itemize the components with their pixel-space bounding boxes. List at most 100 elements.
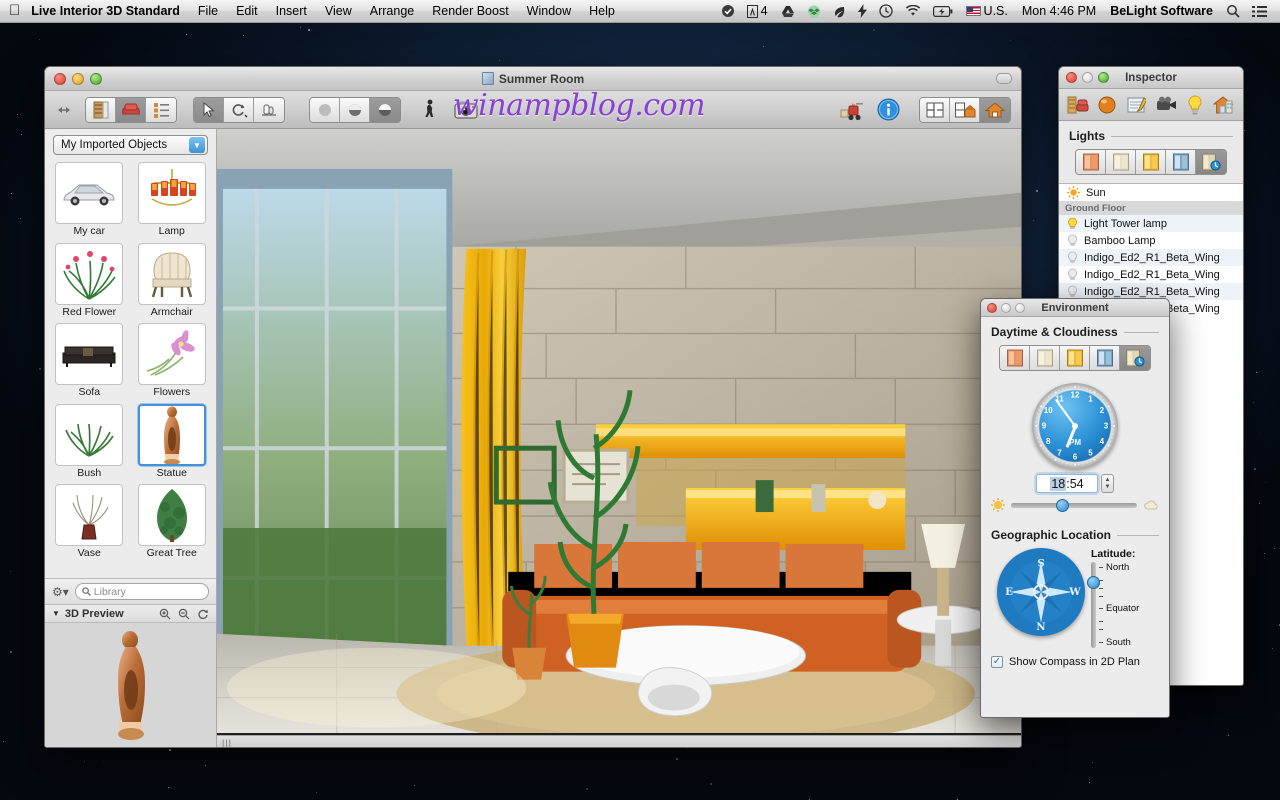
resize-arrows-icon[interactable] (53, 105, 75, 115)
library-item-my car[interactable]: My car (51, 162, 128, 241)
viewport-3d[interactable]: ||| (217, 129, 1021, 748)
input-source-indicator[interactable]: U.S. (966, 4, 1008, 18)
tab-material[interactable] (1094, 92, 1120, 118)
slider-knob[interactable] (1056, 499, 1069, 512)
time-hours[interactable]: 18 (1050, 477, 1066, 491)
zoom-in-icon[interactable] (159, 608, 171, 620)
menu-render-boost[interactable]: Render Boost (423, 0, 517, 23)
window-blue-icon[interactable] (1166, 150, 1196, 174)
move-icon[interactable] (254, 98, 284, 122)
latitude-knob[interactable] (1087, 576, 1100, 589)
split-view-icon[interactable] (950, 98, 980, 122)
menu-edit[interactable]: Edit (227, 0, 267, 23)
resize-grip-icon[interactable]: ||| (222, 738, 232, 748)
tab-edit[interactable] (1123, 92, 1149, 118)
library-item-statue[interactable]: Statue (134, 404, 211, 483)
check-circle-icon[interactable] (721, 4, 735, 18)
lights-list-item[interactable]: Bamboo Lamp (1059, 232, 1243, 249)
library-item-great tree[interactable]: Great Tree (134, 484, 211, 563)
latitude-slider[interactable] (1091, 562, 1096, 648)
library-item-red flower[interactable]: Red Flower (51, 243, 128, 322)
rotate-icon[interactable] (224, 98, 254, 122)
window-red-icon[interactable] (1076, 150, 1106, 174)
tab-camera[interactable] (1153, 92, 1179, 118)
environment-titlebar[interactable]: Environment (981, 299, 1169, 317)
notification-center-icon[interactable] (1252, 5, 1267, 18)
time-minutes[interactable]: 54 (1070, 477, 1084, 491)
lights-list-item[interactable]: Indigo_Ed2_R1_Beta_Wing (1059, 266, 1243, 283)
library-item-vase[interactable]: Vase (51, 484, 128, 563)
menu-help[interactable]: Help (580, 0, 624, 23)
show-compass-row[interactable]: ✓ Show Compass in 2D Plan (981, 648, 1169, 668)
library-item-lamp[interactable]: Lamp (134, 162, 211, 241)
battery-icon[interactable] (933, 6, 953, 17)
search-input[interactable]: Library (75, 583, 209, 600)
sphere-flat-icon[interactable] (310, 98, 340, 122)
apple-logo-icon[interactable]:  (9, 3, 20, 18)
forklift-icon[interactable] (839, 97, 865, 123)
menu-view[interactable]: View (316, 0, 361, 23)
chevron-down-icon[interactable]: ▼ (189, 137, 205, 153)
show-compass-checkbox[interactable]: ✓ (991, 656, 1003, 668)
adobe-icon[interactable] (747, 5, 758, 18)
rotate-icon[interactable] (197, 608, 209, 620)
window-clock-icon[interactable] (1120, 346, 1150, 370)
sphere-glossy-icon[interactable] (370, 98, 400, 122)
window-red-icon[interactable] (1000, 346, 1030, 370)
gear-icon[interactable]: ⚙▾ (52, 585, 69, 599)
library-item-bush[interactable]: Bush (51, 404, 128, 483)
tab-light[interactable] (1182, 92, 1208, 118)
list-icon[interactable] (146, 98, 176, 122)
inspector-titlebar[interactable]: Inspector (1059, 67, 1243, 89)
triangle-down-icon[interactable]: ▼ (52, 609, 60, 618)
window-yellow-icon[interactable] (1136, 150, 1166, 174)
lights-list-item[interactable]: Light Tower lamp (1059, 215, 1243, 232)
cloudiness-slider[interactable] (1011, 503, 1137, 508)
library-category-select[interactable]: My Imported Objects ▼ (53, 135, 208, 155)
preview-3d-area[interactable] (45, 623, 216, 748)
dropbox-icon[interactable] (807, 5, 821, 18)
menu-arrange[interactable]: Arrange (361, 0, 423, 23)
lights-list-item[interactable]: Indigo_Ed2_R1_Beta_Wing (1059, 249, 1243, 266)
time-input[interactable]: 18:54 (1036, 474, 1098, 493)
preview-header[interactable]: ▼ 3D Preview (45, 604, 216, 623)
menu-app-name[interactable]: Live Interior 3D Standard (31, 0, 189, 23)
menu-bar-clock[interactable]: Mon 4:46 PM (1022, 4, 1096, 18)
search-icon[interactable] (1226, 4, 1240, 18)
armchair-icon[interactable] (116, 98, 146, 122)
flash-icon[interactable] (858, 4, 867, 18)
menu-window[interactable]: Window (518, 0, 580, 23)
menu-bar-user[interactable]: BeLight Software (1110, 4, 1213, 18)
tab-building[interactable] (1211, 92, 1237, 118)
arrow-cursor-icon[interactable] (194, 98, 224, 122)
toolbar-toggle-button[interactable] (996, 73, 1012, 84)
library-item-sofa[interactable]: Sofa (51, 323, 128, 402)
window-yellow-icon[interactable] (1060, 346, 1090, 370)
info-icon[interactable] (875, 97, 901, 123)
stepper-up-icon[interactable]: ▲ (1105, 477, 1111, 484)
tab-furniture[interactable] (1065, 92, 1091, 118)
walking-person-icon[interactable] (417, 97, 443, 123)
leaf-icon[interactable] (833, 5, 846, 18)
house-3d-icon[interactable] (980, 98, 1010, 122)
stepper-down-icon[interactable]: ▼ (1105, 484, 1111, 491)
window-clock-icon[interactable] (1196, 150, 1226, 174)
analog-clock[interactable]: 12 1 2 3 4 5 6 7 8 9 10 11 PM (1032, 383, 1118, 469)
lights-list-item[interactable]: Sun (1059, 184, 1243, 201)
library-item-flowers[interactable]: Flowers (134, 323, 211, 402)
zoom-out-icon[interactable] (178, 608, 190, 620)
wifi-icon[interactable] (905, 5, 921, 17)
sphere-shaded-icon[interactable] (340, 98, 370, 122)
menu-insert[interactable]: Insert (267, 0, 316, 23)
menu-file[interactable]: File (189, 0, 227, 23)
compass-rose-icon[interactable]: S N E W (997, 548, 1085, 636)
window-pale-icon[interactable] (1030, 346, 1060, 370)
time-stepper[interactable]: ▲ ▼ (1101, 474, 1114, 493)
time-machine-icon[interactable] (879, 4, 893, 18)
google-drive-icon[interactable] (781, 5, 795, 18)
plan-2d-icon[interactable] (920, 98, 950, 122)
window-blue-icon[interactable] (1090, 346, 1120, 370)
library-item-armchair[interactable]: Armchair (134, 243, 211, 322)
bookshelf-icon[interactable] (86, 98, 116, 122)
window-pale-icon[interactable] (1106, 150, 1136, 174)
